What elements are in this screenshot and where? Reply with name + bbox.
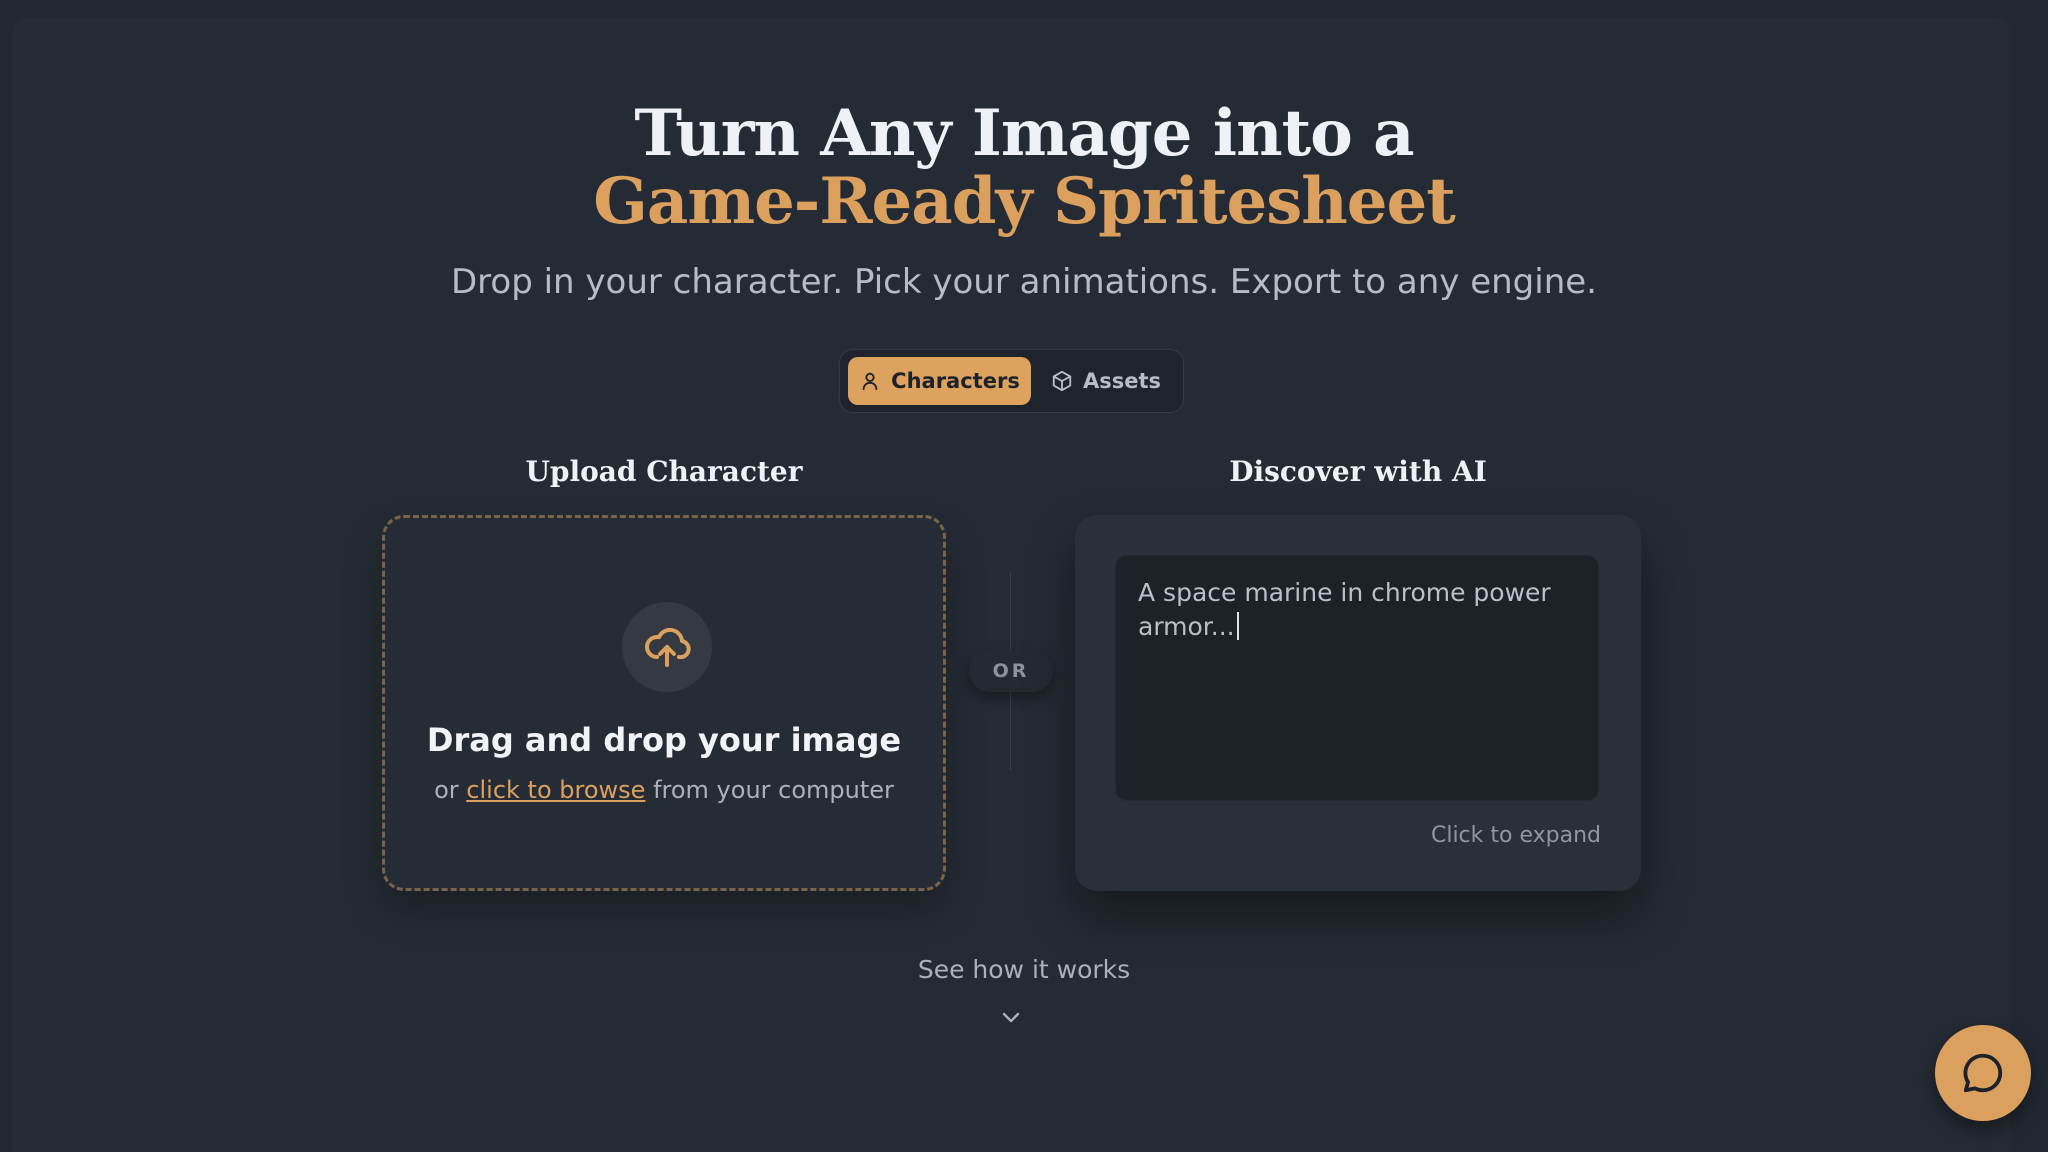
dropzone-subtext: or click to browse from your computer [385, 776, 943, 804]
browse-link[interactable]: click to browse [466, 776, 645, 804]
see-how-it-works-link[interactable]: See how it works [0, 955, 2048, 984]
divider-line-top [1010, 573, 1011, 653]
box-icon [1052, 370, 1072, 392]
or-divider: OR [969, 650, 1053, 692]
ai-heading: Discover with AI [1229, 455, 1487, 488]
hero-subtitle: Drop in your character. Pick your animat… [451, 262, 1597, 302]
dropzone-title: Drag and drop your image [426, 721, 902, 759]
tab-assets[interactable]: Assets [1036, 357, 1176, 405]
chat-button[interactable] [1935, 1025, 2031, 1121]
upload-dropzone[interactable]: Drag and drop your image or click to bro… [382, 515, 946, 891]
chevron-down-icon[interactable] [999, 1005, 1023, 1029]
hero-title-line1: Turn Any Image into a [634, 96, 1414, 171]
dropzone-sub-suffix: from your computer [653, 776, 894, 804]
tab-assets-label: Assets [1082, 369, 1162, 393]
ai-prompt-value: A space marine in chrome power armor... [1138, 578, 1551, 641]
ai-prompt-card: A space marine in chrome power armor... … [1075, 515, 1641, 891]
tab-characters[interactable]: Characters [848, 357, 1031, 405]
user-icon [862, 372, 878, 391]
chat-bubble-icon [1963, 1053, 2003, 1093]
text-caret [1236, 612, 1239, 640]
dropzone-sub-prefix: or [434, 776, 459, 804]
upload-icon-badge [622, 602, 712, 692]
cloud-upload-icon [645, 627, 691, 667]
tab-characters-label: Characters [891, 369, 1020, 393]
divider-line-bottom [1010, 692, 1011, 770]
mode-toggle: Characters Assets [839, 349, 1184, 413]
upload-heading: Upload Character [525, 455, 803, 488]
ai-prompt-input[interactable]: A space marine in chrome power armor... [1115, 555, 1599, 801]
expand-link[interactable]: Click to expand [1431, 823, 1601, 848]
hero-title-line2: Game-Ready Spritesheet [593, 164, 1456, 239]
